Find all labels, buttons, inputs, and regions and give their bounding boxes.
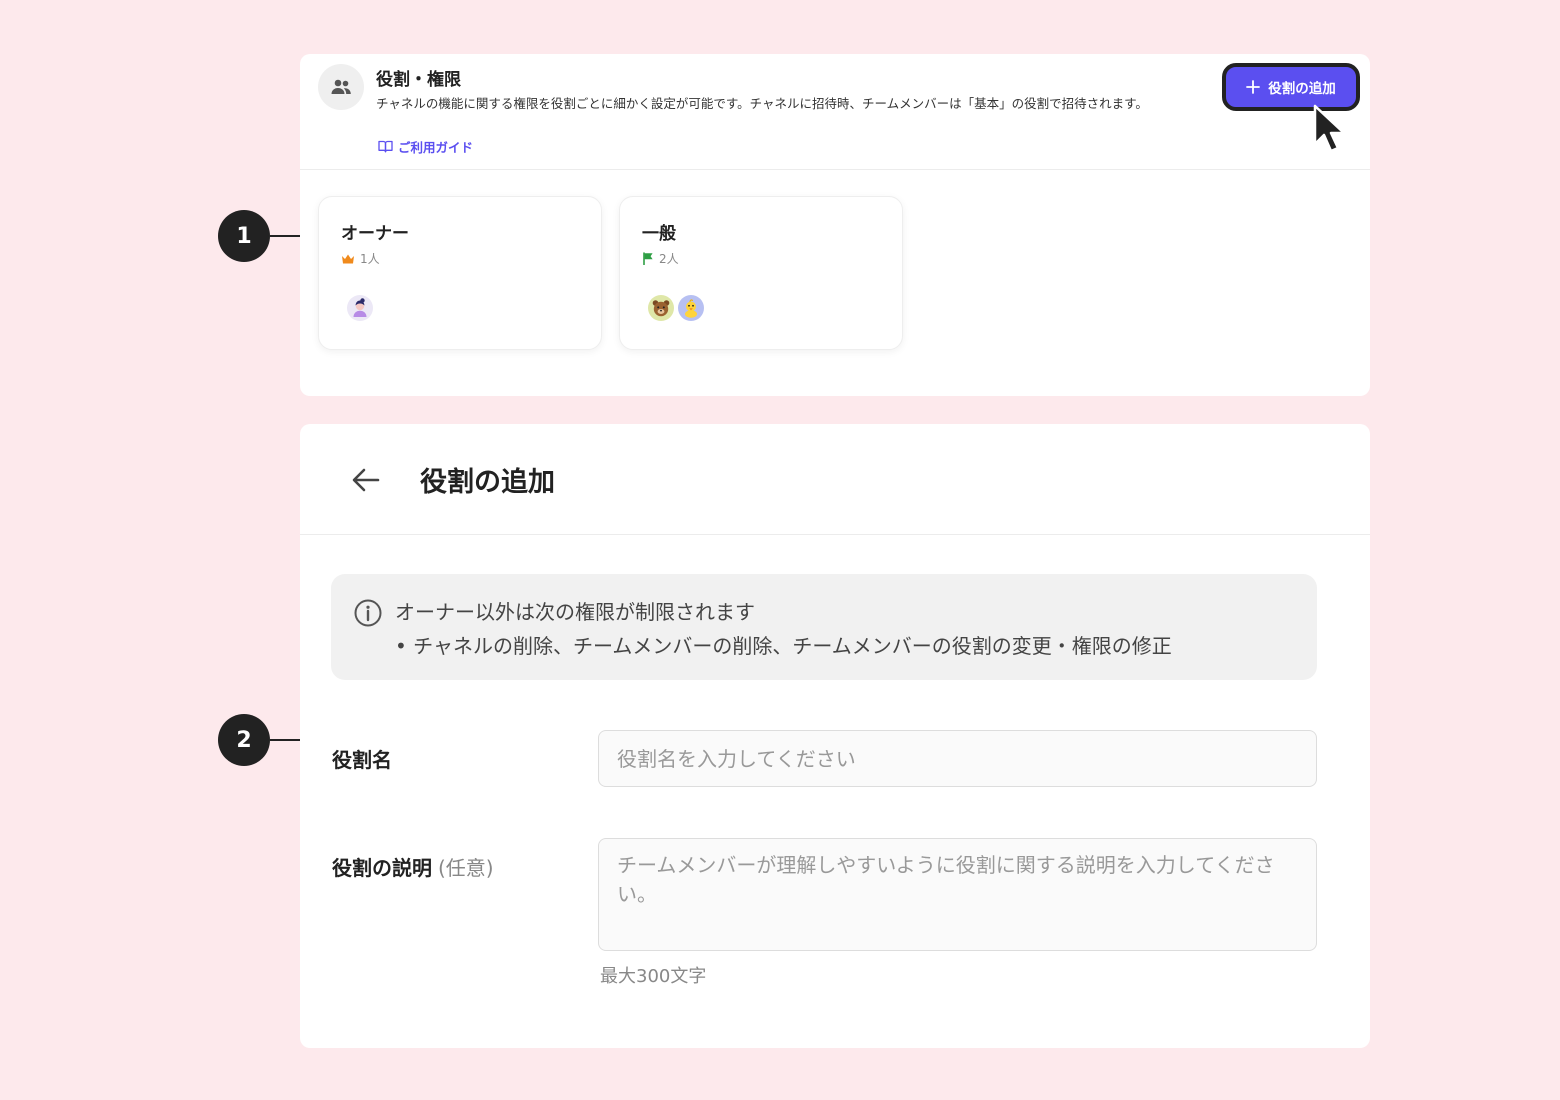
role-name: オーナー xyxy=(341,224,409,244)
callout-line xyxy=(270,235,300,237)
restriction-notice: オーナー以外は次の権限が制限されます • チャネルの削除、チームメンバーの削除、… xyxy=(331,574,1317,680)
avatar xyxy=(648,295,674,321)
member-count-label: 1人 xyxy=(360,252,380,266)
crown-icon xyxy=(342,254,354,263)
callout-marker-1: 1 xyxy=(218,210,270,262)
form-title: 役割の追加 xyxy=(420,467,555,498)
member-count-label: 2人 xyxy=(659,252,679,266)
add-role-button-label: 役割の追加 xyxy=(1268,81,1336,97)
callout-marker-2: 2 xyxy=(218,714,270,766)
roles-header: 役割・権限 チャネルの機能に関する権限を役割ごとに細かく設定が可能です。チャネル… xyxy=(300,54,1370,170)
arrow-left-icon xyxy=(352,468,380,492)
role-name-label: 役割名 xyxy=(332,748,392,772)
member-count: 1人 xyxy=(341,250,380,267)
member-avatars xyxy=(648,295,704,321)
role-description-label-text: 役割の説明 xyxy=(332,856,432,880)
add-role-panel: 役割の追加 オーナー以外は次の権限が制限されます • チャネルの削除、チームメン… xyxy=(300,424,1370,1048)
flag-icon xyxy=(643,252,653,265)
people-icon xyxy=(318,64,364,110)
mouse-cursor-icon xyxy=(1313,104,1346,153)
role-description-label: 役割の説明 (任意) xyxy=(332,852,494,881)
optional-tag: (任意) xyxy=(438,856,494,880)
plus-icon xyxy=(1246,80,1261,94)
char-limit-hint: 最大300文字 xyxy=(600,966,707,987)
notice-text: オーナー以外は次の権限が制限されます xyxy=(395,600,755,624)
page-title: 役割・権限 xyxy=(376,70,461,90)
guide-link-label: ご利用ガイド xyxy=(398,140,474,155)
avatar xyxy=(678,295,704,321)
guide-link[interactable]: ご利用ガイド xyxy=(378,137,473,156)
role-description-input[interactable] xyxy=(598,838,1317,951)
role-name: 一般 xyxy=(642,224,676,244)
back-button[interactable] xyxy=(346,460,386,500)
avatar xyxy=(347,295,373,321)
notice-detail: • チャネルの削除、チームメンバーの削除、チームメンバーの役割の変更・権限の修正 xyxy=(395,634,1172,658)
info-icon xyxy=(354,599,382,627)
member-count: 2人 xyxy=(642,250,679,267)
role-card-general[interactable]: 一般 2人 xyxy=(619,196,903,350)
form-header: 役割の追加 xyxy=(300,424,1370,535)
role-card-owner[interactable]: オーナー 1人 xyxy=(318,196,602,350)
member-avatars xyxy=(347,295,373,321)
role-name-input[interactable] xyxy=(598,730,1317,787)
callout-line xyxy=(270,739,300,741)
page-description: チャネルの機能に関する権限を役割ごとに細かく設定が可能です。チャネルに招待時、チ… xyxy=(376,96,1148,111)
roles-panel: 役割・権限 チャネルの機能に関する権限を役割ごとに細かく設定が可能です。チャネル… xyxy=(300,54,1370,396)
book-icon xyxy=(378,140,393,153)
